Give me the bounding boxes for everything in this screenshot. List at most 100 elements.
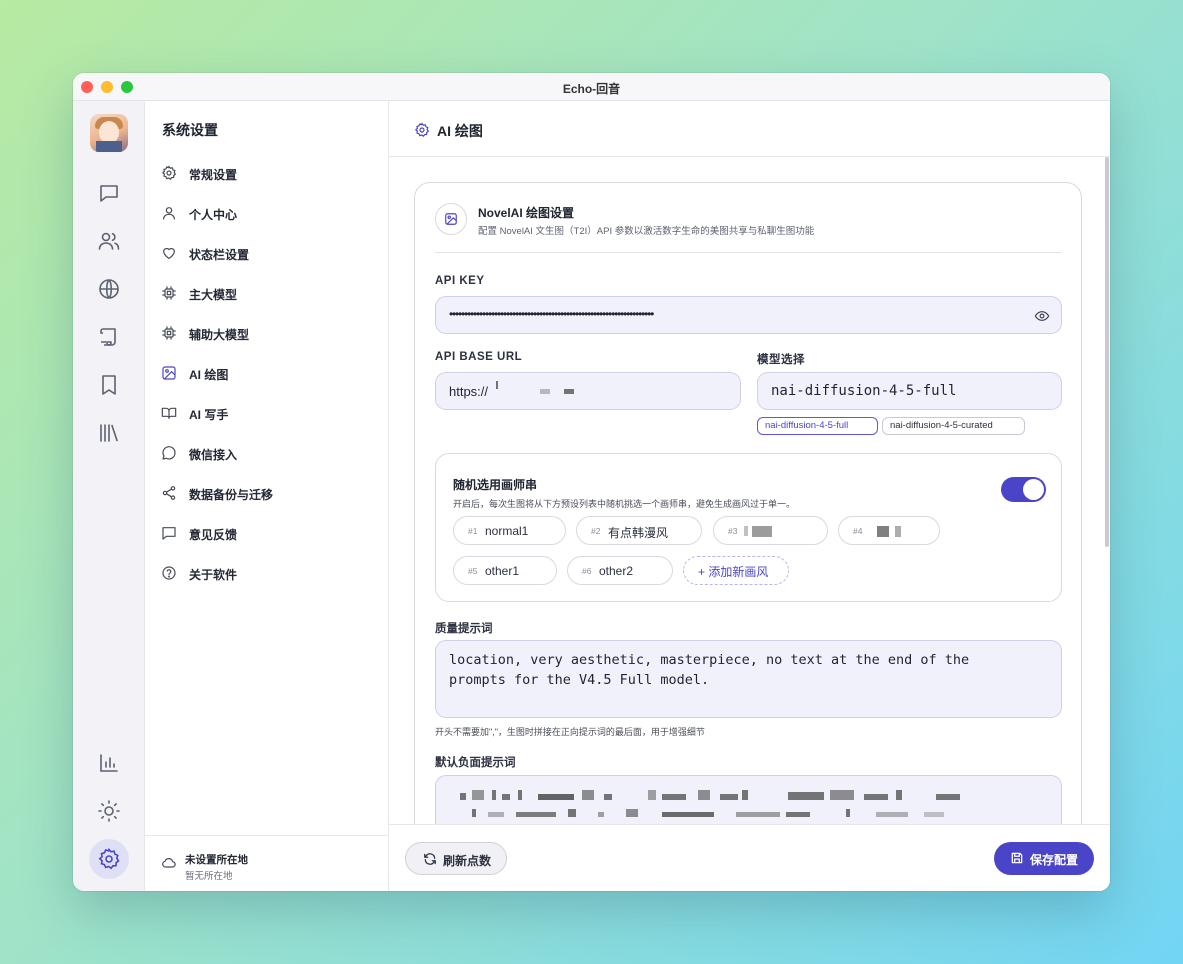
sidebar-item-label: 数据备份与迁移 [189,488,274,502]
sidebar-item-wechat[interactable]: 微信接入 [159,436,373,470]
bar-chart-icon[interactable] [97,751,121,775]
redacted-text [502,794,510,800]
sidebar-item-label: 关于软件 [189,568,238,582]
redacted-text [896,790,902,800]
page-title: AI 绘图 [437,123,483,139]
redacted-text [568,809,576,817]
redacted-text [662,812,714,817]
card-subtitle: 配置 NovelAI 文生图（T2I）API 参数以激活数字生命的美图共享与私聊… [478,226,815,237]
redacted-text [488,812,504,817]
model-label: 模型选择 [757,354,805,366]
sidebar-item-label: AI 绘图 [189,368,229,382]
sidebar-item-label: 状态栏设置 [189,248,250,262]
chip-icon [161,325,177,341]
message-square-icon [161,525,177,541]
refresh-icon [423,852,437,866]
model-option-chip[interactable]: nai-diffusion-4-5-curated [882,417,1025,435]
redacted-text [582,790,594,800]
save-config-label: 保存配置 [1030,853,1079,867]
redacted-text [472,790,484,800]
main-panel: AI 绘图 NovelAI 绘图设置 配置 NovelAI 文生图（T2I）AP… [389,101,1110,891]
eye-icon[interactable] [1034,308,1050,324]
heart-icon [161,245,177,261]
toggle-knob [1023,479,1044,500]
sidebar-item-statusbar[interactable]: 状态栏设置 [159,236,373,270]
quality-prompt-textarea[interactable]: location, very aesthetic, masterpiece, n… [435,640,1062,718]
content-scroll-area[interactable]: NovelAI 绘图设置 配置 NovelAI 文生图（T2I）API 参数以激… [389,157,1110,825]
redacted-text [496,381,498,389]
action-footer: 刷新点数 保存配置 [389,824,1110,891]
preset-number: #5 [468,566,478,576]
save-config-button[interactable]: 保存配置 [994,842,1094,875]
preset-name: 有点韩漫风 [608,526,669,540]
sidebar-item-backup[interactable]: 数据备份与迁移 [159,476,373,510]
negative-prompt-textarea[interactable] [435,775,1062,825]
scroll-icon[interactable] [97,325,121,349]
model-select-field[interactable]: nai-diffusion-4-5-full [757,372,1062,410]
artist-preset-pill[interactable]: #5 other1 [453,556,557,585]
divider [435,252,1062,253]
sidebar-item-feedback[interactable]: 意见反馈 [159,516,373,550]
location-title: 未设置所在地 [185,854,248,866]
redacted-text [604,794,612,800]
scrollbar[interactable] [1105,157,1109,547]
redacted-text [846,809,850,817]
random-artist-title: 随机选用画师串 [453,478,538,492]
model-option-chip[interactable]: nai-diffusion-4-5-full [757,417,878,435]
redacted-text [877,526,889,537]
avatar[interactable] [90,114,128,152]
redacted-text [564,389,574,394]
settings-rail-button[interactable] [89,839,129,879]
user-icon [161,205,177,221]
redacted-text [786,812,810,817]
redacted-text [698,790,710,800]
refresh-points-button[interactable]: 刷新点数 [405,842,507,875]
redacted-text [540,389,550,394]
chat-icon[interactable] [97,181,121,205]
refresh-points-label: 刷新点数 [443,854,492,868]
artist-preset-pill[interactable]: #1 normal1 [453,516,566,545]
redacted-text [876,812,908,817]
share-icon [161,485,177,501]
sidebar-item-ai-writer[interactable]: AI 写手 [159,396,373,430]
add-artist-style-button[interactable]: + 添加新画风 [683,556,789,585]
page-header: AI 绘图 [389,101,1110,157]
quality-prompt-label: 质量提示词 [435,623,493,635]
artist-preset-pill[interactable]: #4 [838,516,940,545]
preset-number: #3 [728,526,738,536]
random-artist-toggle[interactable] [1001,477,1046,502]
sidebar-item-about[interactable]: 关于软件 [159,556,373,590]
sidebar-item-label: 辅助大模型 [189,328,250,342]
card-title: NovelAI 绘图设置 [478,206,575,220]
sidebar-item-main-model[interactable]: 主大模型 [159,276,373,310]
chip-icon [161,285,177,301]
globe-icon[interactable] [97,277,121,301]
redacted-text [752,526,772,537]
redacted-text [788,792,824,800]
preset-name: other2 [599,564,634,578]
redacted-text [742,790,748,800]
sidebar-item-ai-drawing[interactable]: AI 绘图 [159,356,373,390]
cloud-icon [161,855,177,871]
sidebar-item-label: AI 写手 [189,408,229,422]
artist-preset-pill[interactable]: #3 [713,516,828,545]
bookmark-icon[interactable] [97,373,121,397]
artist-preset-pill[interactable]: #6 other2 [567,556,673,585]
redacted-text [598,812,604,817]
sun-icon[interactable] [97,799,121,823]
library-icon[interactable] [97,421,121,445]
base-url-label: API BASE URL [435,351,523,363]
sidebar-item-aux-model[interactable]: 辅助大模型 [159,316,373,350]
artist-preset-pill[interactable]: #2 有点韩漫风 [576,516,702,545]
redacted-text [720,794,738,800]
redacted-text [864,794,888,800]
sidebar-item-profile[interactable]: 个人中心 [159,196,373,230]
location-status[interactable]: 未设置所在地 暂无所在地 [145,835,389,891]
sidebar-item-label: 常规设置 [189,168,238,182]
base-url-field[interactable]: https:// [435,372,741,410]
api-key-field[interactable]: ••••••••••••••••••••••••••••••••••••••••… [435,296,1062,334]
redacted-text [924,812,944,817]
window-title: Echo-回音 [562,82,621,96]
sidebar-item-general[interactable]: 常规设置 [159,156,373,190]
users-icon[interactable] [97,229,121,253]
